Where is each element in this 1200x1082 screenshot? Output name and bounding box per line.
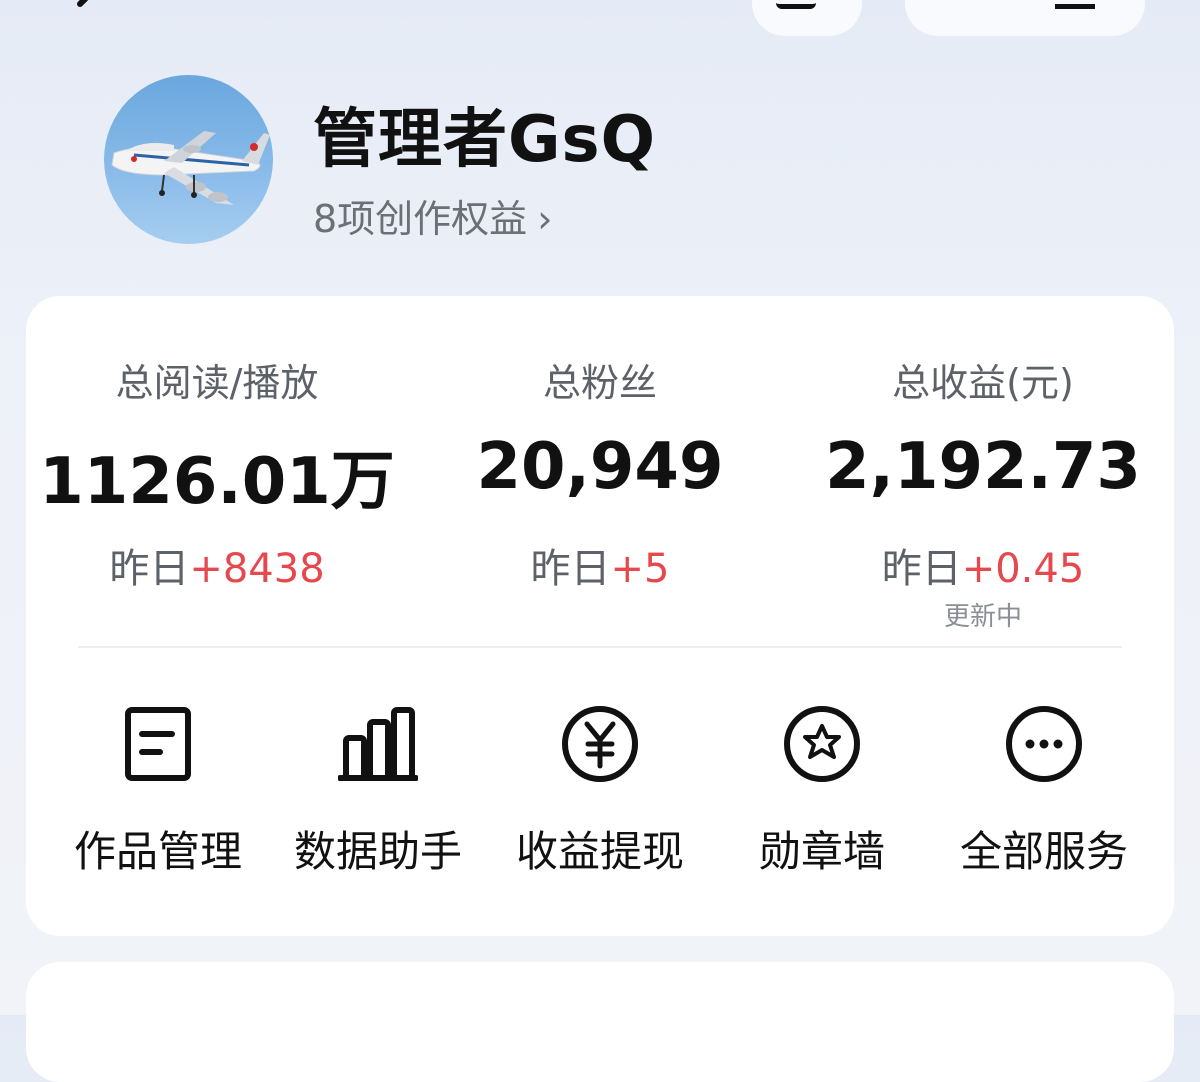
delta-value: +8438 <box>189 546 325 592</box>
profile-header: 管理者GsQ 8项创作权益 › <box>0 60 1200 260</box>
yuan-withdraw-icon <box>562 706 638 782</box>
stat-value: 20,949 <box>476 430 724 504</box>
stat-label: 总粉丝 <box>542 361 657 405</box>
top-bar <box>0 0 1200 40</box>
services-row: 作品管理 数据助手 收益提现 勋章墙 全部服务 <box>26 696 1174 896</box>
stat-value: 2,192.73 <box>825 430 1141 504</box>
update-status: 更新中 <box>943 602 1022 632</box>
service-label: 数据助手 <box>293 827 462 876</box>
edit-button[interactable] <box>752 0 862 36</box>
avatar[interactable] <box>104 75 273 244</box>
back-arrow-icon[interactable] <box>66 0 106 26</box>
delta-value: +0.45 <box>961 546 1085 592</box>
user-name: 管理者GsQ <box>313 103 657 177</box>
bottom-card[interactable] <box>26 962 1174 1082</box>
stat-value: 1126.01万 <box>39 445 395 519</box>
medal-wall-icon <box>784 706 860 782</box>
edit-icon <box>776 0 816 9</box>
creator-rights-label: 8项创作权益 <box>313 197 528 241</box>
stats-card: 总阅读/播放 1126.01万 昨日+8438 总粉丝 20,949 昨日+5 … <box>26 296 1174 936</box>
airplane-avatar-image <box>111 131 270 205</box>
more-services-icon <box>1006 706 1082 782</box>
top-action-icon <box>1055 0 1095 9</box>
stat-label: 总收益(元) <box>892 361 1074 405</box>
service-label: 作品管理 <box>73 827 242 876</box>
delta-prefix: 昨日 <box>109 546 190 592</box>
stat-delta: 昨日+0.45 <box>792 536 1174 594</box>
delta-prefix: 昨日 <box>881 546 962 592</box>
stat-label: 总阅读/播放 <box>115 361 319 405</box>
service-label: 收益提现 <box>515 827 684 876</box>
stat-delta: 昨日+8438 <box>26 536 408 594</box>
stat-delta: 昨日+5 <box>409 536 791 594</box>
service-label: 全部服务 <box>959 827 1128 876</box>
data-assistant-icon <box>338 707 418 781</box>
delta-prefix: 昨日 <box>530 546 611 592</box>
delta-value: +5 <box>610 546 670 592</box>
top-action-button[interactable] <box>905 0 1145 36</box>
chevron-right-icon: › <box>537 197 553 241</box>
service-label: 勋章墙 <box>758 827 885 876</box>
works-management-icon <box>125 707 191 781</box>
creator-rights-link[interactable]: 8项创作权益 › <box>313 188 552 243</box>
divider <box>78 646 1122 648</box>
